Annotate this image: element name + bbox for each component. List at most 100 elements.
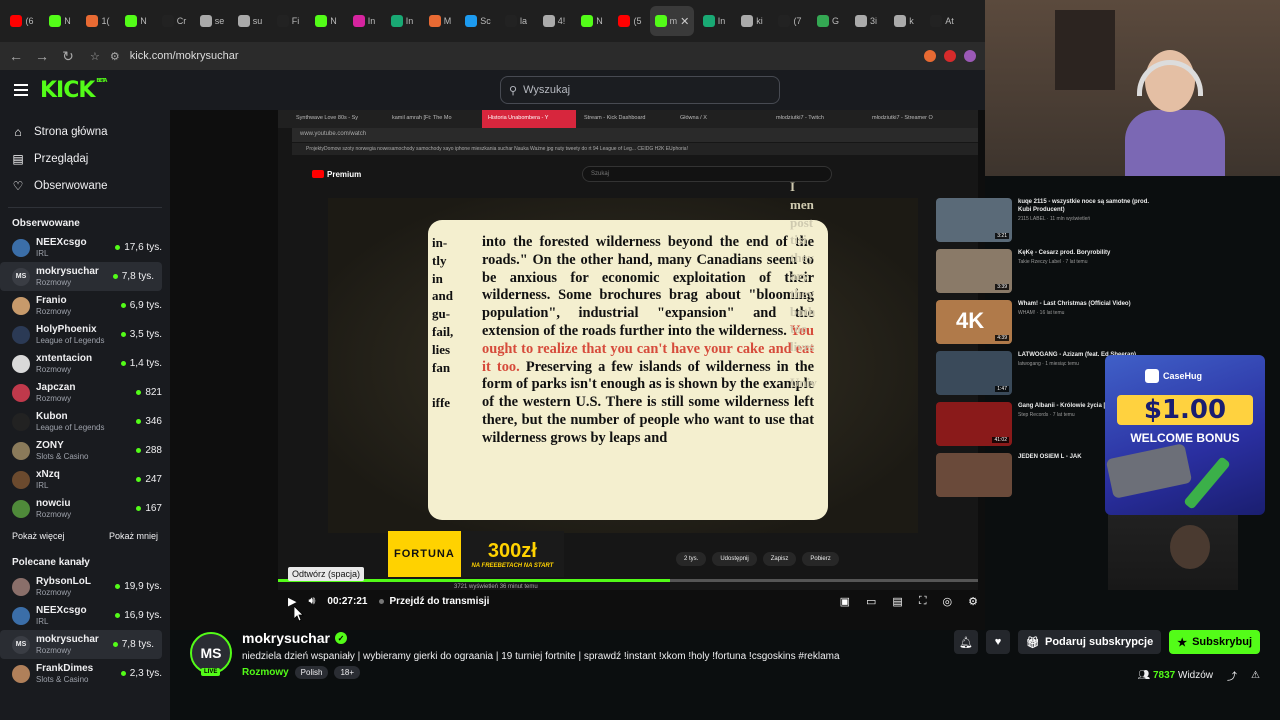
channel-item[interactable]: Japczan Rozmowy 821 [0,378,170,407]
follow-heart-button[interactable]: ♥ [986,630,1011,654]
casehug-ad: CaseHug $1.00 WELCOME BONUS [1105,355,1265,515]
sidebar-nav-item[interactable]: ⌂ Strona główna [0,118,170,145]
live-dot-icon [120,303,126,308]
browser-tab[interactable]: m ✕ [650,6,694,36]
channel-item[interactable]: xNzq IRL 247 [0,465,170,494]
video-progress-bar[interactable] [278,579,978,582]
gift-subs-button[interactable]: 🎁︎ Podaruj subskrypcje [1018,630,1162,654]
video-player[interactable]: Synthwave Love 80s - Sy kamil amrah [Ft: … [170,110,1265,630]
extension-icon[interactable] [944,50,956,62]
clip-icon[interactable]: ▤ [892,595,902,608]
channel-item[interactable]: MS mokrysuchar Rozmowy 7,8 tys. [0,630,162,659]
browser-tab[interactable]: In [384,6,420,36]
browser-tab[interactable]: G [810,6,846,36]
channel-item[interactable]: Kubon League of Legends 346 [0,407,170,436]
browser-tab[interactable]: (7 [772,6,808,36]
back-icon[interactable]: ← [6,48,26,64]
menu-icon[interactable] [14,81,28,99]
extension-icon[interactable] [924,50,936,62]
sidebar-nav-item[interactable]: ▤ Przeglądaj [0,145,170,172]
recommendation-text: JEDEN OSIEM L - JAK [1018,453,1082,501]
forward-icon[interactable]: → [32,48,52,64]
page-text: into the forested wilderness beyond the … [482,234,815,446]
recommendation-duration: 3:39 [995,284,1009,290]
browser-tab[interactable]: la [498,6,534,36]
channel-item[interactable]: RybsonLoL Rozmowy 19,9 tys. [0,572,170,601]
show-more-button[interactable]: Pokaż więcej [12,531,65,541]
browser-tab[interactable]: N [118,6,154,36]
recommendation-title: KęKę - Cesarz prod. Boryrobility [1018,250,1111,256]
site-info-icon[interactable]: ⚙ [110,50,120,63]
browser-tab[interactable]: In [696,6,732,36]
thumbnail-text: 4K [956,308,985,333]
beta-badge: BETA [96,77,107,84]
browser-tab[interactable]: Cr [156,6,192,36]
settings-icon[interactable]: ⚙ [968,595,978,608]
fullscreen-icon[interactable]: ⛶ [919,595,927,608]
share-icon[interactable]: ⤴ [1227,668,1237,683]
channel-item[interactable]: MS mokrysuchar Rozmowy 7,8 tys. [0,262,162,291]
channel-item[interactable]: Franio Rozmowy 6,9 tys. [0,291,170,320]
extension-icon[interactable] [964,50,976,62]
subscribe-button[interactable]: ★ Subskrybuj [1169,630,1260,654]
bookmark-icon[interactable]: ☆ [90,50,100,63]
chapters-icon[interactable]: ◎ [943,595,953,608]
pip-icon[interactable]: ▣ [840,595,850,608]
show-less-button[interactable]: Pokaż mniej [109,531,158,541]
volume-icon[interactable]: 🔊︎ [308,595,315,608]
channel-item[interactable]: NEEXcsgo IRL 17,6 tys. [0,233,170,262]
sidebar-nav-item[interactable]: ♡ Obserwowane [0,172,170,199]
stream-category[interactable]: Rozmowy [242,667,289,678]
browser-tab[interactable]: Fi [270,6,306,36]
browser-tab[interactable]: 3i [848,6,884,36]
browser-tab[interactable]: N [42,6,78,36]
browser-tab[interactable]: ki [734,6,770,36]
browse-icon: ▤ [12,151,24,166]
browser-tab[interactable]: se [194,6,230,36]
channel-item[interactable]: xntentacion Rozmowy 1,4 tys. [0,349,170,378]
url-field[interactable]: ☆ ⚙ kick.com/mokrysuchar [90,45,790,67]
reload-icon[interactable]: ↻ [58,48,78,65]
tab-close-icon[interactable]: ✕ [680,15,689,28]
channel-category: Rozmowy [36,393,72,403]
jump-to-live-button[interactable]: Przejdź do transmisji [379,596,489,607]
browser-tab[interactable]: In [346,6,382,36]
notification-bell-button[interactable]: 🔔︎ [954,630,979,654]
browser-tab[interactable]: At [924,6,960,36]
kick-logo[interactable]: KICK BETA [40,78,107,103]
search-icon: ⚲ [509,84,518,97]
report-icon[interactable]: ⚠ [1251,670,1260,681]
tab-favicon-icon [542,15,555,27]
channel-item[interactable]: nowciu Rozmowy 167 [0,494,170,523]
channel-info: Kubon League of Legends [36,411,136,433]
tag-language[interactable]: Polish [294,666,329,679]
channel-name: ZONY [36,439,64,451]
browser-tab[interactable]: N [308,6,344,36]
live-dot-icon [112,274,118,279]
browser-tab[interactable]: su [232,6,268,36]
browser-tab[interactable]: k [886,6,922,36]
play-tooltip: Odtwórz (spacja) [288,567,365,581]
casehug-logo-icon [1145,369,1159,383]
browser-tab[interactable]: 4! [536,6,572,36]
channel-item[interactable]: HolyPhoenix League of Legends 3,5 tys. [0,320,170,349]
theater-icon[interactable]: ▭ [866,595,876,608]
channel-avatar [12,296,30,315]
tag-age[interactable]: 18+ [334,666,361,679]
browser-tab[interactable]: Sc [460,6,496,36]
browser-tab[interactable]: N [574,6,610,36]
channel-item[interactable]: FrankDimes Slots & Casino 2,3 tys. [0,659,170,688]
search-input[interactable]: ⚲ Wyszukaj [500,76,780,104]
stream-tags: Rozmowy Polish 18+ [242,666,361,679]
browser-tab[interactable]: (6 [4,6,40,36]
channel-item[interactable]: NEEXcsgo IRL 16,9 tys. [0,601,170,630]
streamer-name[interactable]: mokrysuchar ✓ [242,630,347,646]
channel-avatar [12,441,30,460]
browser-tab[interactable]: M [422,6,458,36]
browser-tab[interactable]: (5 [612,6,648,36]
channel-item[interactable]: ZONY Slots & Casino 288 [0,436,170,465]
browser-tab[interactable]: 1( [80,6,116,36]
channel-info: HolyPhoenix League of Legends [36,324,121,346]
channel-viewers: 19,9 tys. [115,581,162,592]
recommendation-title: kuqe 2115 - wszystkie noce są samotne (p… [1018,199,1150,213]
